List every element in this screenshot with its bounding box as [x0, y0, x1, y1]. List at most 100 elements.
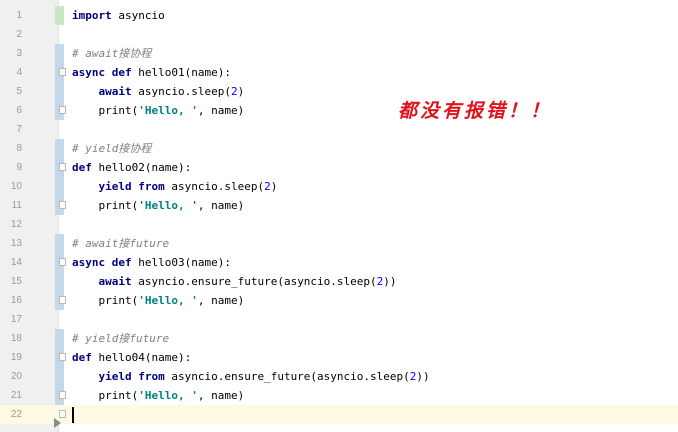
line-number: 15 — [10, 276, 22, 287]
change-marker-modified[interactable] — [55, 329, 64, 348]
code-token: def — [72, 351, 92, 364]
change-marker-modified[interactable] — [55, 139, 64, 158]
code-text: print('Hello, ', name) — [72, 386, 244, 405]
code-line[interactable]: 21 print('Hello, ', name) — [0, 386, 678, 405]
code-token: asyncio.sleep( — [131, 85, 231, 98]
code-lines: 1 import asyncio 2 3 # await接协程 4 async def he… — [0, 6, 678, 424]
code-token: asyncio — [111, 9, 165, 22]
code-line[interactable]: 20 yield from asyncio.ensure_future(asyn… — [0, 367, 678, 386]
code-line[interactable]: 7 — [0, 120, 678, 139]
fold-icon[interactable] — [59, 258, 66, 266]
line-number: 2 — [16, 29, 22, 40]
line-number: 14 — [10, 257, 22, 268]
code-token: # await接协程 — [72, 47, 152, 60]
change-marker-modified[interactable] — [55, 272, 64, 291]
code-text: def hello02(name): — [72, 158, 191, 177]
code-line[interactable]: 16 print('Hello, ', name) — [0, 291, 678, 310]
fold-icon[interactable] — [59, 410, 66, 418]
code-token: yield from — [98, 370, 165, 383]
code-line[interactable]: 13 # await接future — [0, 234, 678, 253]
code-token: )) — [383, 275, 397, 288]
code-token: await — [98, 275, 132, 288]
code-text: print('Hello, ', name) — [72, 196, 244, 215]
code-text: await asyncio.ensure_future(asyncio.slee… — [72, 272, 397, 291]
code-line[interactable]: 1 import asyncio — [0, 6, 678, 25]
code-text: async def hello01(name): — [72, 63, 231, 82]
line-number: 9 — [16, 162, 22, 173]
code-line[interactable]: 15 await asyncio.ensure_future(asyncio.s… — [0, 272, 678, 291]
code-text: # await接协程 — [72, 44, 151, 63]
fold-icon[interactable] — [59, 391, 66, 399]
code-line[interactable]: 8 # yield接协程 — [0, 139, 678, 158]
code-token: 2 — [264, 180, 271, 193]
code-token: await — [98, 85, 132, 98]
change-marker-modified[interactable] — [55, 234, 64, 253]
code-line[interactable]: 3 # await接协程 — [0, 44, 678, 63]
code-token: # yield接协程 — [72, 142, 152, 155]
line-number: 5 — [16, 86, 22, 97]
code-line[interactable]: 19 def hello04(name): — [0, 348, 678, 367]
code-editor[interactable]: 1 import asyncio 2 3 # await接协程 4 async def he… — [0, 0, 678, 432]
code-line[interactable]: 22 — [0, 405, 678, 424]
code-token: yield from — [98, 180, 165, 193]
code-line[interactable]: 18 # yield接future — [0, 329, 678, 348]
code-line[interactable]: 10 yield from asyncio.sleep(2) — [0, 177, 678, 196]
change-marker-modified[interactable] — [55, 82, 64, 101]
code-line[interactable]: 14 async def hello03(name): — [0, 253, 678, 272]
code-token: hello02(name): — [91, 161, 192, 174]
code-token: , name) — [197, 294, 245, 307]
code-token: # yield接future — [72, 332, 170, 345]
code-text: # yield接协程 — [72, 139, 151, 158]
code-token: print( — [72, 104, 139, 117]
code-line[interactable]: 5 await asyncio.sleep(2) — [0, 82, 678, 101]
line-number: 6 — [16, 105, 22, 116]
fold-icon[interactable] — [59, 296, 66, 304]
code-line[interactable]: 4 async def hello01(name): — [0, 63, 678, 82]
fold-icon[interactable] — [59, 106, 66, 114]
code-token: print( — [72, 389, 139, 402]
code-line[interactable]: 12 — [0, 215, 678, 234]
code-line[interactable]: 2 — [0, 25, 678, 44]
line-number: 22 — [10, 409, 22, 420]
annotation-text: 都没有报错！！ — [398, 100, 553, 122]
line-number: 11 — [11, 200, 22, 211]
line-number: 13 — [10, 238, 22, 249]
change-marker-modified[interactable] — [55, 44, 64, 63]
change-marker-modified[interactable] — [55, 367, 64, 386]
code-token: 2 — [230, 85, 238, 98]
code-text: await asyncio.sleep(2) — [72, 82, 245, 101]
fold-icon[interactable] — [59, 201, 66, 209]
change-marker-modified[interactable] — [55, 177, 64, 196]
code-line[interactable]: 6 print('Hello, ', name) — [0, 101, 678, 120]
code-token: ) — [237, 85, 245, 98]
code-token: , name) — [197, 104, 245, 117]
code-token: 'Hello, ' — [138, 389, 198, 402]
code-token: async def — [72, 66, 132, 79]
line-number: 18 — [10, 333, 22, 344]
code-text: print('Hello, ', name) — [72, 291, 244, 310]
line-number: 12 — [10, 219, 22, 230]
fold-icon[interactable] — [59, 353, 66, 361]
code-text: import asyncio — [72, 6, 165, 25]
line-number: 16 — [10, 295, 22, 306]
fold-icon[interactable] — [59, 68, 66, 76]
line-number: 17 — [10, 314, 22, 325]
text-caret — [72, 407, 74, 423]
code-line[interactable]: 9 def hello02(name): — [0, 158, 678, 177]
code-token: asyncio.ensure_future(asyncio.sleep( — [131, 275, 377, 288]
scroll-right-arrow-icon[interactable] — [54, 418, 61, 428]
fold-icon[interactable] — [59, 163, 66, 171]
code-token: 'Hello, ' — [138, 199, 198, 212]
code-text: async def hello03(name): — [72, 253, 231, 272]
line-number: 19 — [10, 352, 22, 363]
code-token: , name) — [197, 199, 245, 212]
change-marker-added[interactable] — [55, 6, 64, 25]
code-line[interactable]: 11 print('Hello, ', name) — [0, 196, 678, 215]
line-number: 20 — [10, 371, 22, 382]
code-line[interactable]: 17 — [0, 310, 678, 329]
line-number: 21 — [10, 390, 22, 401]
